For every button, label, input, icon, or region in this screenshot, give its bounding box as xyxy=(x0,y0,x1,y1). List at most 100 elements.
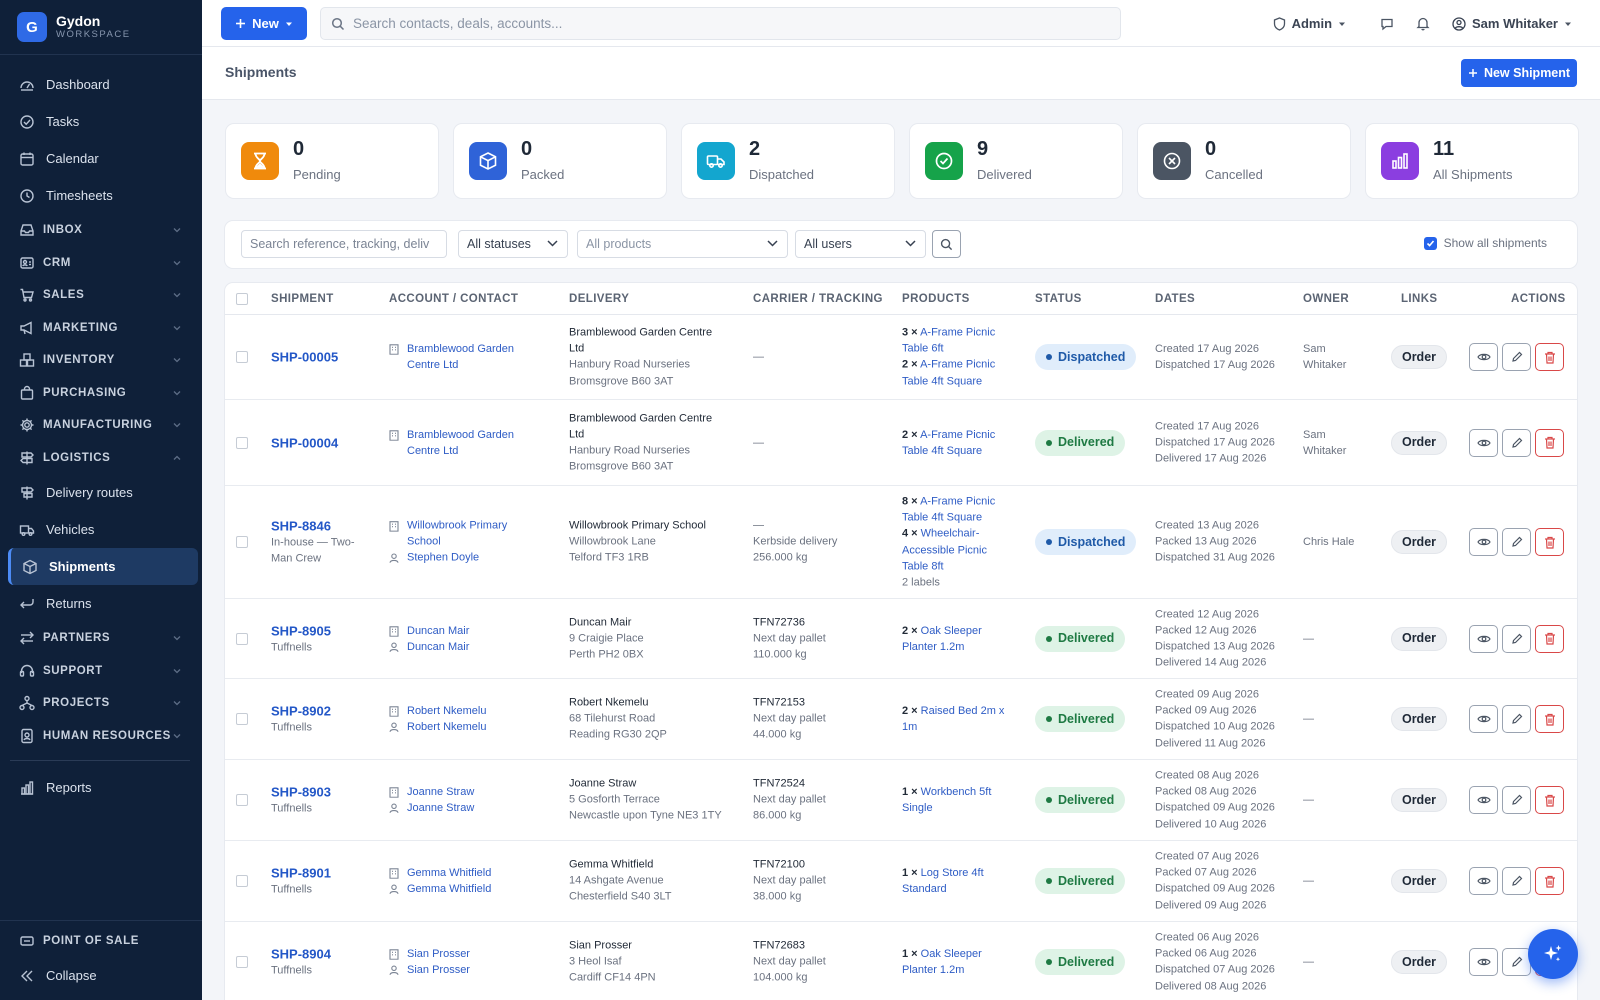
table-row[interactable]: SHP-8901 Tuffnells Gemma Whitfield Gemma Wh… xyxy=(225,841,1577,922)
edit-button[interactable] xyxy=(1502,867,1531,895)
view-button[interactable] xyxy=(1469,948,1498,976)
ai-assistant-button[interactable] xyxy=(1528,929,1578,979)
show-all-shipments-toggle[interactable]: Show all shipments xyxy=(1423,236,1547,250)
order-link-button[interactable]: Order xyxy=(1391,707,1447,731)
column-header-owner[interactable]: OWNER xyxy=(1303,293,1349,305)
product-link[interactable]: A-Frame Picnic xyxy=(920,327,995,339)
sidebar-item-dashboard[interactable]: Dashboard xyxy=(0,66,202,103)
sidebar-item-reports[interactable]: Reports xyxy=(0,769,202,806)
account-link[interactable]: Sian Prosser xyxy=(389,946,559,962)
delete-button[interactable] xyxy=(1535,624,1564,653)
account-link[interactable]: Willowbrook Primary School xyxy=(389,518,559,550)
sidebar-item-projects[interactable]: PROJECTS xyxy=(0,687,202,720)
sidebar-item-calendar[interactable]: Calendar xyxy=(0,140,202,177)
delete-button[interactable] xyxy=(1535,343,1564,371)
row-checkbox[interactable] xyxy=(236,794,248,806)
view-button[interactable] xyxy=(1469,867,1498,895)
order-link-button[interactable]: Order xyxy=(1391,430,1447,455)
sidebar-item-inbox[interactable]: INBOX xyxy=(0,214,202,247)
row-checkbox[interactable] xyxy=(236,436,248,449)
product-link[interactable]: Oak Sleeper xyxy=(921,624,982,636)
table-row[interactable]: SHP-8905 Tuffnells Duncan Mair Duncan Mair D… xyxy=(225,599,1577,679)
contact-link[interactable]: Stephen Doyle xyxy=(389,550,559,566)
sidebar-item-inventory[interactable]: INVENTORY xyxy=(0,344,202,377)
edit-button[interactable] xyxy=(1502,528,1531,556)
edit-button[interactable] xyxy=(1502,786,1531,814)
edit-button[interactable] xyxy=(1502,948,1531,976)
sidebar-item-sales[interactable]: SALES xyxy=(0,279,202,312)
order-link-button[interactable]: Order xyxy=(1391,626,1447,651)
shipment-id-link[interactable]: SHP-8901 xyxy=(271,864,381,881)
sidebar-item-logistics[interactable]: LOGISTICS xyxy=(0,442,202,475)
product-link[interactable]: 1m xyxy=(902,721,917,733)
shipment-id-link[interactable]: SHP-8846 xyxy=(271,517,381,534)
contact-link[interactable]: Duncan Mair xyxy=(389,639,559,655)
global-search-input[interactable]: Search contacts, deals, accounts... xyxy=(320,7,1121,40)
sidebar-item-purchasing[interactable]: PURCHASING xyxy=(0,377,202,410)
contact-link[interactable]: Joanne Straw xyxy=(389,800,559,816)
table-row[interactable]: SHP-8904 Tuffnells Sian Prosser Sian Prosse… xyxy=(225,922,1577,1000)
sidebar-item-shipments[interactable]: Shipments xyxy=(8,548,198,585)
sidebar-item-human-resources[interactable]: HUMAN RESOURCES xyxy=(0,720,202,753)
product-link[interactable]: Log Store 4ft xyxy=(921,867,984,879)
table-row[interactable]: SHP-8903 Tuffnells Joanne Straw Joanne Stra… xyxy=(225,760,1577,841)
account-link[interactable]: Joanne Straw xyxy=(389,784,559,800)
contact-link[interactable]: Gemma Whitfield xyxy=(389,881,559,897)
stat-card-pending[interactable]: 0 Pending xyxy=(226,124,438,198)
messages-button[interactable] xyxy=(1380,17,1394,31)
account-link[interactable]: Bramblewood Garden Centre Ltd xyxy=(389,341,559,373)
account-link[interactable]: Robert Nkemelu xyxy=(389,703,559,719)
view-button[interactable] xyxy=(1469,428,1498,457)
table-row[interactable]: SHP-8846 In-house — Two- Man Crew Willowbro… xyxy=(225,486,1577,599)
sidebar-item-delivery-routes[interactable]: Delivery routes xyxy=(0,474,202,511)
column-header-dates[interactable]: DATES xyxy=(1155,293,1195,305)
column-header-account-contact[interactable]: ACCOUNT / CONTACT xyxy=(389,293,518,305)
view-button[interactable] xyxy=(1469,624,1498,653)
edit-button[interactable] xyxy=(1502,343,1531,371)
role-menu[interactable]: Admin xyxy=(1273,16,1346,31)
product-link[interactable]: Planter 1.2m xyxy=(902,641,964,653)
row-checkbox[interactable] xyxy=(236,536,248,548)
view-button[interactable] xyxy=(1469,705,1498,733)
view-button[interactable] xyxy=(1469,786,1498,814)
product-link[interactable]: Accessible Picnic xyxy=(902,544,987,556)
select-all-checkbox[interactable] xyxy=(236,293,248,305)
account-link[interactable]: Bramblewood Garden Centre Ltd xyxy=(389,426,559,458)
edit-button[interactable] xyxy=(1502,428,1531,457)
product-link[interactable]: A-Frame Picnic xyxy=(920,495,995,507)
product-link[interactable]: Table 4ft Square xyxy=(902,512,982,524)
product-link[interactable]: Planter 1.2m xyxy=(902,964,964,976)
collapse-sidebar-button[interactable]: Collapse xyxy=(0,957,202,994)
product-link[interactable]: Standard xyxy=(902,883,947,895)
order-link-button[interactable]: Order xyxy=(1391,788,1447,812)
sidebar-item-vehicles[interactable]: Vehicles xyxy=(0,511,202,548)
edit-button[interactable] xyxy=(1502,624,1531,653)
column-header-delivery[interactable]: DELIVERY xyxy=(569,293,629,305)
delete-button[interactable] xyxy=(1535,528,1564,556)
product-link[interactable]: Single xyxy=(902,802,933,814)
delete-button[interactable] xyxy=(1535,786,1564,814)
table-row[interactable]: SHP-00004 Bramblewood Garden Centre Ltd Bra… xyxy=(225,400,1577,486)
shipment-id-link[interactable]: SHP-8903 xyxy=(271,783,381,800)
column-header-carrier-tracking[interactable]: CARRIER / TRACKING xyxy=(753,293,883,305)
sidebar-item-returns[interactable]: Returns xyxy=(0,585,202,622)
sidebar-item-support[interactable]: SUPPORT xyxy=(0,655,202,688)
view-button[interactable] xyxy=(1469,343,1498,371)
sidebar-item-partners[interactable]: PARTNERS xyxy=(0,622,202,655)
status-filter-select[interactable]: All statuses xyxy=(458,230,568,258)
checkbox-checked-icon[interactable] xyxy=(1423,236,1437,250)
column-header-products[interactable]: PRODUCTS xyxy=(902,293,970,305)
column-header-links[interactable]: LINKS xyxy=(1401,293,1438,305)
product-link[interactable]: Oak Sleeper xyxy=(921,948,982,960)
column-header-shipment[interactable]: SHIPMENT xyxy=(271,293,334,305)
shipment-id-link[interactable]: SHP-8904 xyxy=(271,945,381,962)
order-link-button[interactable]: Order xyxy=(1391,869,1447,893)
product-link[interactable]: A-Frame Picnic xyxy=(920,428,995,440)
edit-button[interactable] xyxy=(1502,705,1531,733)
delete-button[interactable] xyxy=(1535,428,1564,457)
row-checkbox[interactable] xyxy=(236,632,248,645)
row-checkbox[interactable] xyxy=(236,713,248,725)
order-link-button[interactable]: Order xyxy=(1391,950,1447,974)
sidebar-item-crm[interactable]: CRM xyxy=(0,247,202,280)
stat-card-delivered[interactable]: 9 Delivered xyxy=(910,124,1122,198)
